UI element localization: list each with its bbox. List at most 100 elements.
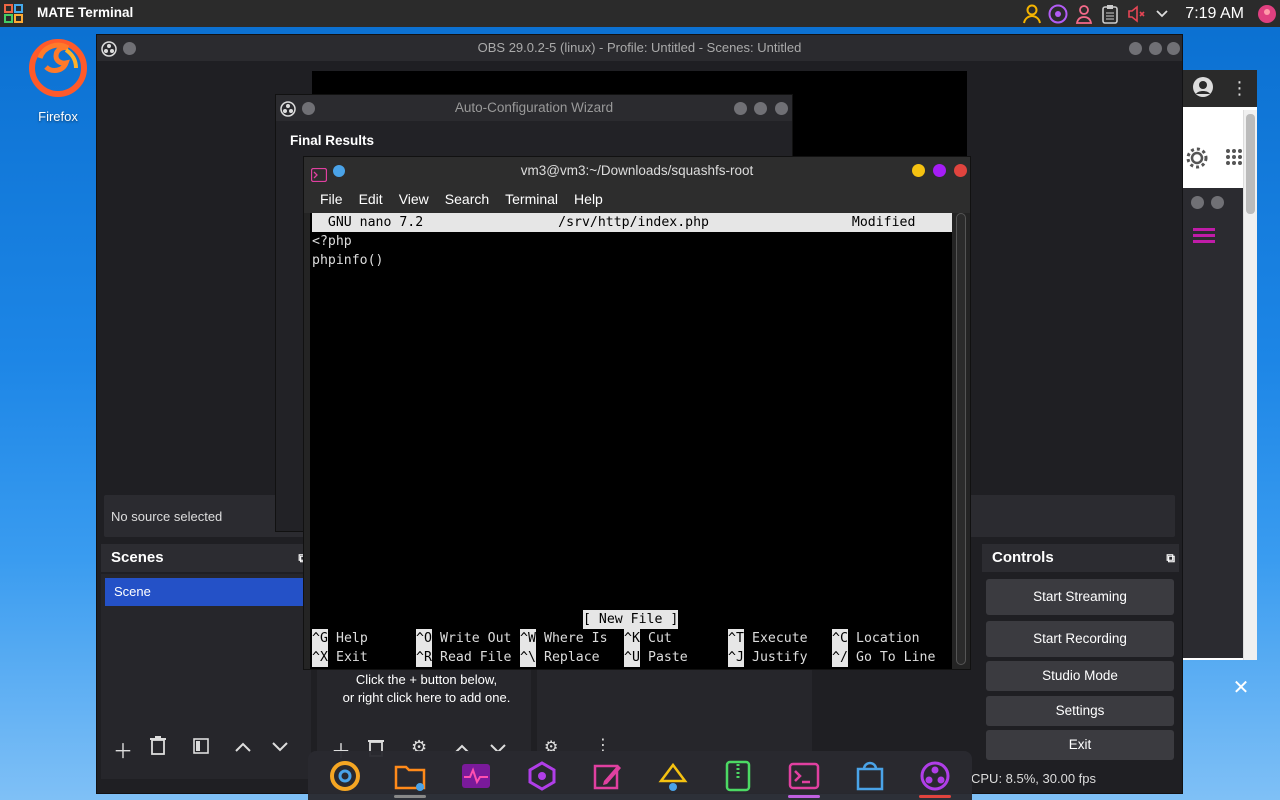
sources-hint-line: or right click here to add one.: [342, 690, 511, 705]
sources-hint-line: Click the + button below,: [355, 672, 498, 687]
shortcut-exit[interactable]: Exit: [336, 648, 368, 667]
trash-icon[interactable]: [149, 735, 167, 761]
terminal-app-icon: [310, 164, 328, 192]
archive-icon[interactable]: [716, 754, 760, 798]
undock-icon[interactable]: ⧉: [1166, 544, 1175, 572]
clipboard-icon[interactable]: [1097, 0, 1123, 27]
obs-logo-icon: [101, 40, 117, 66]
profile-icon[interactable]: [1192, 76, 1214, 101]
shortcut-write-out[interactable]: Write Out: [440, 629, 511, 648]
terminal-window: vm3@vm3:~/Downloads/squashfs-root File E…: [303, 156, 971, 670]
desktop-icon-firefox[interactable]: Firefox: [22, 36, 94, 124]
obs-icon[interactable]: [913, 754, 957, 798]
active-window-title: MATE Terminal: [37, 5, 134, 20]
obs-title-bar[interactable]: OBS 29.0.2-5 (linux) - Profile: Untitled…: [97, 35, 1182, 61]
popup-window-dot[interactable]: [1191, 196, 1204, 209]
chevron-down-icon[interactable]: [271, 736, 289, 759]
obs-logo-icon: [280, 100, 296, 126]
menu-icon[interactable]: [1193, 228, 1215, 247]
maximize-button[interactable]: [933, 164, 946, 177]
browser-scrollbar[interactable]: [1243, 110, 1257, 660]
files-icon[interactable]: [388, 754, 432, 798]
shortcut-help[interactable]: Help: [336, 629, 368, 648]
close-button[interactable]: [954, 164, 967, 177]
avatar-icon[interactable]: [1254, 0, 1280, 27]
minimize-button[interactable]: [1129, 42, 1142, 55]
menu-search[interactable]: Search: [445, 191, 489, 207]
account-icon[interactable]: [1071, 0, 1097, 27]
clock[interactable]: 7:19 AM: [1185, 5, 1244, 23]
close-button[interactable]: [1167, 42, 1180, 55]
shortcut-location[interactable]: Location: [856, 629, 920, 648]
controls-title: Controls: [992, 549, 1054, 566]
menu-view[interactable]: View: [399, 191, 429, 207]
window-pin-button[interactable]: [333, 165, 345, 177]
popup-window-dot[interactable]: [1211, 196, 1224, 209]
desktop-icon-label: Firefox: [38, 109, 78, 124]
settings-app-icon[interactable]: [520, 754, 564, 798]
scene-list-item[interactable]: Scene: [105, 578, 305, 606]
nano-status: [ New File ]: [583, 610, 679, 629]
firefox-icon: [26, 39, 90, 103]
exit-button[interactable]: Exit: [986, 730, 1174, 760]
editor-line: <?php: [312, 234, 352, 249]
window-pin-button[interactable]: [123, 42, 136, 55]
shortcut-paste[interactable]: Paste: [648, 648, 688, 667]
terminal-scrollbar[interactable]: [956, 213, 966, 665]
shortcut-replace[interactable]: Replace: [544, 648, 600, 667]
terminal-icon[interactable]: [782, 754, 826, 798]
shortcut-justify[interactable]: Justify: [752, 648, 808, 667]
terminal-title-bar[interactable]: vm3@vm3:~/Downloads/squashfs-root: [304, 157, 970, 185]
menu-edit[interactable]: Edit: [359, 191, 383, 207]
scenes-dock-title: Scenes ⧉: [101, 544, 311, 572]
start-streaming-button[interactable]: Start Streaming: [986, 579, 1174, 615]
sources-hint: Click the + button below, or right click…: [319, 671, 534, 707]
browser-toolbar: ⋮: [1183, 70, 1257, 107]
shortcut-key: ^J: [728, 648, 744, 667]
volume-muted-icon[interactable]: [1123, 0, 1149, 27]
taskbar-dock: [308, 751, 972, 800]
settings-button[interactable]: Settings: [986, 696, 1174, 726]
scene-filter-icon[interactable]: [193, 737, 209, 760]
top-panel: MATE Terminal 7:19 AM: [0, 0, 1280, 27]
obs-tray-icon[interactable]: [1045, 0, 1071, 27]
kebab-menu-icon[interactable]: ⋮: [1231, 78, 1249, 99]
no-source-label: No source selected: [111, 509, 223, 524]
add-scene-button[interactable]: ＋: [113, 735, 133, 764]
installer-icon[interactable]: [651, 754, 695, 798]
user-icon[interactable]: [1019, 0, 1045, 27]
app-menu-icon[interactable]: [3, 3, 25, 25]
chevron-down-icon[interactable]: [1149, 0, 1175, 27]
start-recording-button[interactable]: Start Recording: [986, 621, 1174, 657]
terminal-title: vm3@vm3:~/Downloads/squashfs-root: [520, 163, 754, 178]
menu-file[interactable]: File: [320, 191, 343, 207]
gear-icon[interactable]: [1185, 146, 1209, 173]
maximize-button[interactable]: [754, 102, 767, 115]
text-editor-icon[interactable]: [585, 754, 629, 798]
shortcut-read-file[interactable]: Read File: [440, 648, 511, 667]
close-button[interactable]: [775, 102, 788, 115]
chevron-up-icon[interactable]: [234, 736, 252, 759]
shortcut-key: ^W: [520, 629, 536, 648]
chrome-icon[interactable]: [323, 754, 367, 798]
apps-grid-icon[interactable]: [1225, 148, 1243, 169]
shortcut-key: ^T: [728, 629, 744, 648]
system-monitor-icon[interactable]: [454, 754, 498, 798]
store-icon[interactable]: [848, 754, 892, 798]
shortcut-execute[interactable]: Execute: [752, 629, 808, 648]
nano-header: GNU nano 7.2 /srv/http/index.php Modifie…: [312, 213, 952, 232]
terminal-screen[interactable]: GNU nano 7.2 /srv/http/index.php Modifie…: [310, 213, 952, 669]
shortcut-go-to-line[interactable]: Go To Line: [856, 648, 935, 667]
minimize-button[interactable]: [734, 102, 747, 115]
window-pin-button[interactable]: [302, 102, 315, 115]
minimize-button[interactable]: [912, 164, 925, 177]
menu-help[interactable]: Help: [574, 191, 603, 207]
wizard-title-bar[interactable]: Auto-Configuration Wizard: [276, 95, 792, 121]
shortcut-cut[interactable]: Cut: [648, 629, 672, 648]
menu-terminal[interactable]: Terminal: [505, 191, 558, 207]
maximize-button[interactable]: [1149, 42, 1162, 55]
shortcut-where-is[interactable]: Where Is: [544, 629, 608, 648]
close-icon[interactable]: ✕: [1228, 675, 1254, 701]
obs-status-bar: CPU: 8.5%, 30.00 fps: [971, 771, 1097, 786]
studio-mode-button[interactable]: Studio Mode: [986, 661, 1174, 691]
